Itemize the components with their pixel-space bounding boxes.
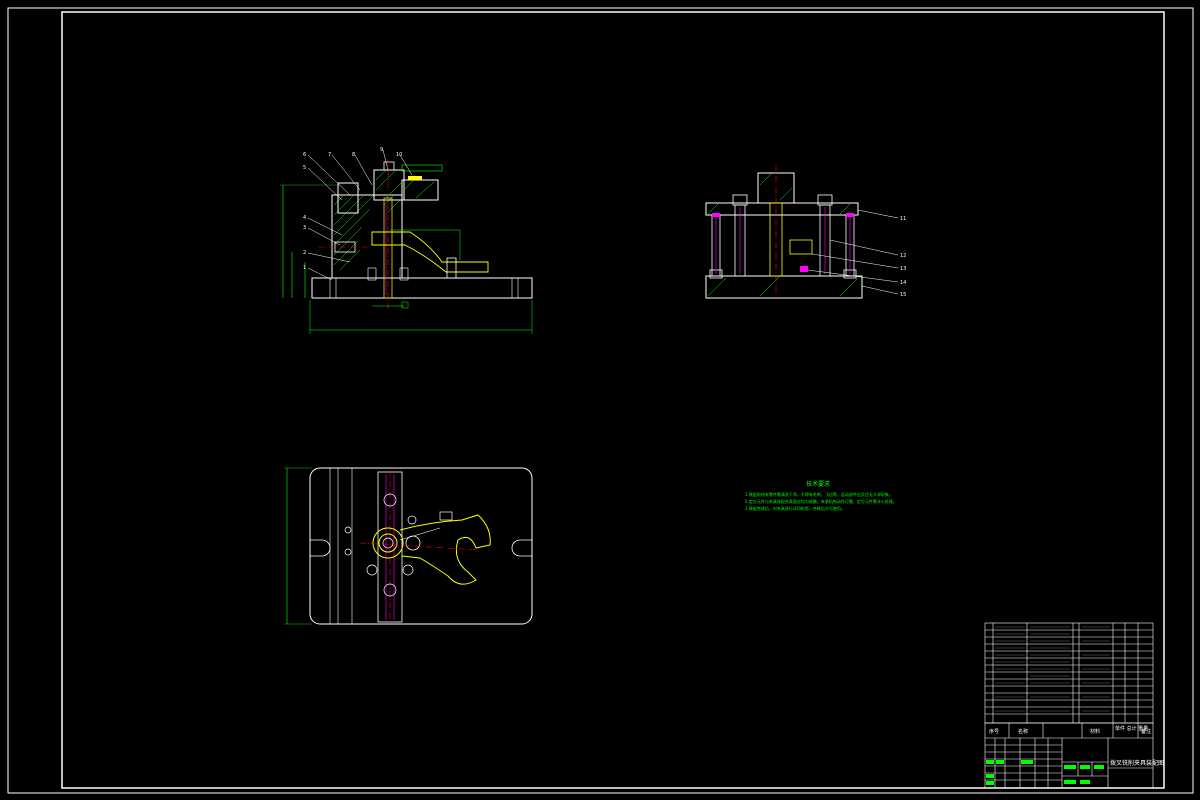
balloon-3: 3	[303, 225, 306, 231]
header-material: 材料	[1090, 728, 1100, 735]
technical-requirements: 技术要求 1.装配前所有零件需清洗干净，不得有毛刺、飞边等，运动部件应灵活无卡滞…	[745, 480, 897, 511]
header-serial: 序号	[989, 728, 999, 735]
balloon-10: 10	[396, 152, 402, 158]
drawing-name: 拨叉铣削夹具装配图	[1110, 759, 1164, 767]
balloon-5: 5	[303, 165, 306, 171]
front-view	[280, 149, 533, 334]
balloon-13: 13	[900, 266, 906, 272]
tech-req-line-3: 3.装配完成后，对夹具进行试切检验，合格后方可使用。	[745, 505, 845, 511]
top-view	[284, 467, 533, 625]
header-remarks: 备注	[1141, 728, 1151, 735]
balloon-2: 2	[303, 250, 306, 256]
balloon-14: 14	[900, 280, 906, 286]
balloon-6: 6	[303, 152, 306, 158]
sheet-outer-frame	[7, 7, 1194, 794]
header-name: 名称	[1018, 728, 1028, 735]
balloon-11: 11	[900, 216, 906, 222]
tech-req-title: 技术要求	[806, 480, 830, 488]
balloon-9: 9	[380, 147, 383, 153]
side-view	[705, 165, 899, 300]
parts-list-hatch	[995, 626, 1110, 712]
tech-req-line-2: 2.定位元件与夹具体配合表面应均匀接触，夹紧机构动作可靠，定位元件需淬火处理。	[745, 498, 897, 504]
title-block	[984, 722, 1154, 789]
balloon-1: 1	[303, 265, 306, 271]
parts-list	[984, 622, 1154, 724]
cad-drawing-canvas: 6 7 8 9 10 5 4 3 2 1 11 12 13 14 15 技术要求…	[7, 7, 1194, 794]
balloon-7: 7	[328, 152, 331, 158]
sheet-inner-frame	[61, 11, 1165, 789]
balloon-8: 8	[352, 152, 355, 158]
balloon-12: 12	[900, 253, 906, 259]
side-view-balloons: 11 12 13 14 15	[900, 216, 906, 298]
title-block-text: 序号 名称 材料 单件 总计 重量 备注 拨叉铣削夹具装配图	[989, 725, 1164, 767]
balloon-15: 15	[900, 292, 906, 298]
title-block-green-cells	[986, 760, 1104, 785]
balloon-4: 4	[303, 215, 306, 221]
tech-req-line-1: 1.装配前所有零件需清洗干净，不得有毛刺、飞边等，运动部件应灵活无卡滞现象。	[745, 491, 893, 497]
